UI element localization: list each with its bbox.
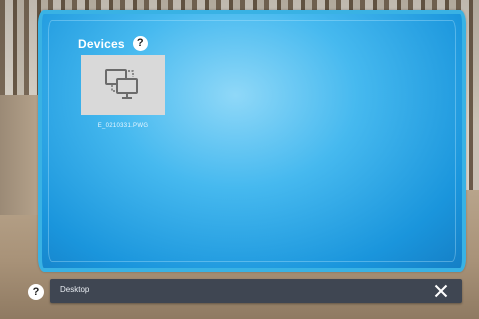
devices-header: Devices ? bbox=[78, 36, 148, 51]
devices-help-icon[interactable]: ? bbox=[132, 36, 148, 51]
close-icon bbox=[434, 284, 448, 298]
devices-title: Devices bbox=[78, 36, 125, 51]
taskbar-label: Desktop bbox=[60, 285, 90, 294]
close-button[interactable] bbox=[432, 282, 450, 300]
device-name: E_0210331.PWG bbox=[97, 123, 149, 129]
taskbar-help-icon[interactable]: ? bbox=[28, 284, 44, 300]
connected-screens-icon bbox=[105, 69, 138, 99]
desktop-taskbar[interactable]: Desktop bbox=[50, 279, 462, 303]
device-tile[interactable] bbox=[81, 55, 165, 115]
